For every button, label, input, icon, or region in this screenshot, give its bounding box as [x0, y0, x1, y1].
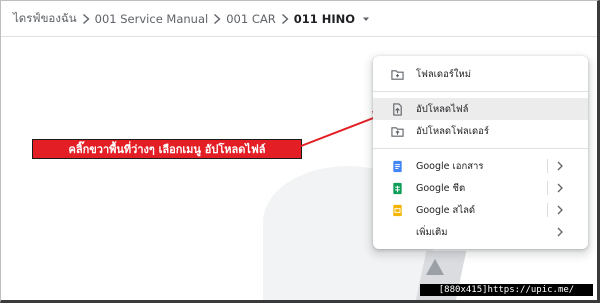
- menu-item-label: Google สไลด์: [416, 204, 476, 216]
- chevron-right-icon: [77, 1, 95, 37]
- menu-item-upload-folder[interactable]: อัปโหลดโฟลเดอร์: [373, 120, 588, 142]
- menu-separator: [547, 159, 548, 173]
- chevron-right-icon[interactable]: [556, 183, 564, 193]
- callout-text: คลิ๊กขวาพื้นที่ว่างๆ เลือกเมนู อัปโหลดไฟ…: [68, 143, 266, 156]
- caret-down-icon[interactable]: [361, 14, 371, 24]
- chevron-right-icon[interactable]: [556, 205, 564, 215]
- menu-item-label: อัปโหลดโฟลเดอร์: [416, 125, 489, 137]
- menu-divider: [373, 148, 588, 149]
- menu-item-more[interactable]: เพิ่มเติม: [373, 221, 588, 243]
- menu-separator: [547, 181, 548, 195]
- breadcrumb-car[interactable]: 001 CAR: [226, 12, 276, 26]
- chevron-right-icon: [208, 1, 226, 37]
- upload-file-icon: [390, 102, 404, 116]
- google-docs-icon: [390, 159, 404, 173]
- chevron-right-icon[interactable]: [556, 161, 564, 171]
- breadcrumb-my-drive[interactable]: ไดรฟ์ของฉัน: [13, 10, 77, 28]
- new-folder-icon: [390, 67, 404, 81]
- menu-item-google-docs[interactable]: Google เอกสาร: [373, 155, 588, 177]
- instruction-callout: คลิ๊กขวาพื้นที่ว่างๆ เลือกเมนู อัปโหลดไฟ…: [32, 139, 302, 159]
- context-menu: โฟลเดอร์ใหม่ อัปโหลดไฟล์ อัปโหลดโฟลเดอร์…: [373, 56, 588, 249]
- chevron-right-icon[interactable]: [556, 227, 564, 237]
- chevron-right-icon: [276, 1, 294, 37]
- breadcrumb-service-manual[interactable]: 001 Service Manual: [95, 12, 209, 26]
- more-spacer: [390, 225, 404, 239]
- menu-item-google-slides[interactable]: Google สไลด์: [373, 199, 588, 221]
- image-host-watermark: [880x415]https://upic.me/: [420, 284, 593, 296]
- menu-item-google-sheets[interactable]: Google ชีต: [373, 177, 588, 199]
- menu-item-upload-file[interactable]: อัปโหลดไฟล์: [373, 98, 588, 120]
- upload-folder-icon: [390, 124, 404, 138]
- breadcrumb-current-folder[interactable]: 011 HINO: [294, 12, 355, 26]
- menu-item-label: Google ชีต: [416, 182, 466, 194]
- menu-item-label: Google เอกสาร: [416, 160, 484, 172]
- google-slides-icon: [390, 203, 404, 217]
- menu-divider: [373, 91, 588, 92]
- menu-item-label: โฟลเดอร์ใหม่: [416, 68, 472, 80]
- breadcrumb: ไดรฟ์ของฉัน 001 Service Manual 001 CAR 0…: [1, 1, 597, 37]
- menu-separator: [547, 203, 548, 217]
- google-sheets-icon: [390, 181, 404, 195]
- menu-item-new-folder[interactable]: โฟลเดอร์ใหม่: [373, 63, 588, 85]
- app-window: ไดรฟ์ของฉัน 001 Service Manual 001 CAR 0…: [0, 0, 600, 303]
- menu-item-label: เพิ่มเติม: [416, 226, 448, 238]
- menu-item-label: อัปโหลดไฟล์: [416, 103, 469, 115]
